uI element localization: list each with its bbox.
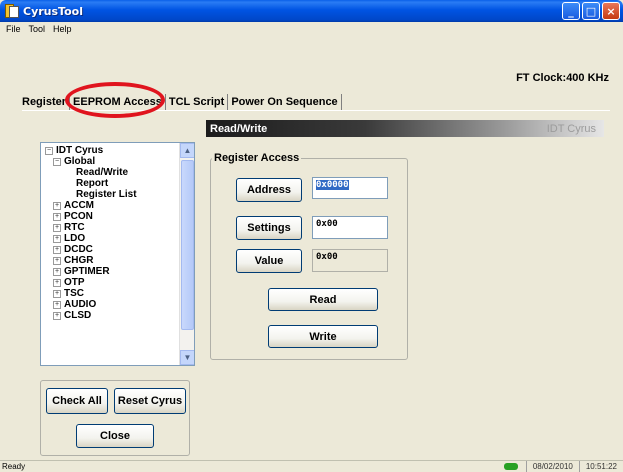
tree-item-label: IDT Cyrus	[56, 145, 104, 156]
tree-item-otp[interactable]: + OTP	[41, 277, 181, 288]
address-field[interactable]: 0x0000	[312, 177, 388, 199]
tree-item-label: ACCM	[64, 200, 94, 211]
tree-item-clsd[interactable]: + CLSD	[41, 310, 181, 321]
tree-item-label: TSC	[64, 288, 84, 299]
tree-item-label: Global	[64, 156, 96, 167]
tree-item-dcdc[interactable]: + DCDC	[41, 244, 181, 255]
scroll-thumb[interactable]	[181, 160, 194, 330]
menu-help[interactable]: Help	[49, 24, 76, 34]
tree-item-label: CHGR	[64, 255, 94, 266]
tree-item-read-write[interactable]: Read/Write	[41, 167, 181, 178]
tree-item-global[interactable]: − Global	[41, 156, 181, 167]
tree-item-chgr[interactable]: + CHGR	[41, 255, 181, 266]
tree-item-rtc[interactable]: + RTC	[41, 222, 181, 233]
expand-icon[interactable]: +	[53, 311, 61, 320]
tree-item-label: PCON	[64, 211, 93, 222]
menu-file[interactable]: File	[2, 24, 25, 34]
tree-item-label: RTC	[64, 222, 85, 233]
address-button[interactable]: Address	[236, 178, 302, 202]
check-all-button[interactable]: Check All	[46, 388, 108, 414]
settings-button[interactable]: Settings	[236, 216, 302, 240]
annotation-circle	[65, 82, 165, 118]
tree-item-ldo[interactable]: + LDO	[41, 233, 181, 244]
minimize-button[interactable]: _	[562, 2, 580, 20]
tree-item-report[interactable]: Report	[41, 178, 181, 189]
panel-header: Read/Write IDT Cyrus	[206, 120, 604, 137]
value-field: 0x00	[312, 249, 388, 272]
register-tree[interactable]: − IDT Cyrus − Global Read/Write Report Registe…	[40, 142, 195, 366]
menu-bar: File Tool Help	[0, 22, 623, 36]
reset-cyrus-button[interactable]: Reset Cyrus	[114, 388, 186, 414]
tree-item-label: Report	[76, 178, 109, 189]
tree-item-idt-cyrus[interactable]: − IDT Cyrus	[41, 145, 181, 156]
expand-icon[interactable]: +	[53, 234, 61, 243]
panel-brand: IDT Cyrus	[546, 122, 596, 135]
collapse-icon[interactable]: −	[53, 157, 61, 166]
close-button[interactable]: Close	[76, 424, 154, 448]
title-bar: CyrusTool _ □ ×	[0, 0, 623, 22]
tree-item-label: CLSD	[64, 310, 92, 321]
write-button[interactable]: Write	[268, 325, 378, 348]
expand-icon[interactable]: +	[53, 223, 61, 232]
clock-label: FT Clock:400 KHz	[516, 72, 609, 84]
tree-item-tsc[interactable]: + TSC	[41, 288, 181, 299]
maximize-button[interactable]: □	[582, 2, 600, 20]
settings-field[interactable]: 0x00	[312, 216, 388, 239]
status-time: 10:51:22	[578, 461, 623, 472]
read-button[interactable]: Read	[268, 288, 378, 311]
status-date: 08/02/2010	[525, 461, 579, 472]
window-title: CyrusTool	[23, 4, 83, 18]
connection-icon	[503, 463, 518, 470]
tab-register[interactable]: Register	[22, 94, 71, 110]
tree-item-audio[interactable]: + AUDIO	[41, 299, 181, 310]
tree-item-label: GPTIMER	[64, 266, 110, 277]
expand-icon[interactable]: +	[53, 245, 61, 254]
expand-icon[interactable]: +	[53, 201, 61, 210]
expand-icon[interactable]: +	[53, 212, 61, 221]
tree-scrollbar[interactable]: ▲ ▼	[179, 143, 194, 365]
tree-item-label: AUDIO	[64, 299, 97, 310]
tree-item-register-list[interactable]: Register List	[41, 189, 181, 200]
expand-icon[interactable]: +	[53, 267, 61, 276]
expand-icon[interactable]: +	[53, 256, 61, 265]
scroll-down-icon[interactable]: ▼	[180, 350, 194, 365]
expand-icon[interactable]: +	[53, 300, 61, 309]
expand-icon[interactable]: +	[53, 278, 61, 287]
tree-item-label: Register List	[76, 189, 137, 200]
status-bar: Ready 08/02/2010 10:51:22	[0, 460, 623, 472]
panel-title: Read/Write	[210, 122, 268, 135]
value-button[interactable]: Value	[236, 249, 302, 273]
tree-item-pcon[interactable]: + PCON	[41, 211, 181, 222]
tree-item-label: OTP	[64, 277, 85, 288]
menu-tool[interactable]: Tool	[25, 24, 50, 34]
close-window-button[interactable]: ×	[602, 2, 620, 20]
collapse-icon[interactable]: −	[45, 146, 53, 155]
tree-item-gptimer[interactable]: + GPTIMER	[41, 266, 181, 277]
tree-item-label: DCDC	[64, 244, 93, 255]
tree-item-label: Read/Write	[76, 167, 129, 178]
register-access-legend: Register Access	[212, 152, 302, 164]
status-text: Ready	[2, 462, 26, 471]
tab-power-on-sequence[interactable]: Power On Sequence	[228, 94, 342, 110]
expand-icon[interactable]: +	[53, 289, 61, 298]
address-value: 0x0000	[316, 180, 349, 190]
scroll-up-icon[interactable]: ▲	[180, 143, 194, 158]
tab-tcl-script[interactable]: TCL Script	[166, 94, 229, 110]
tree-item-label: LDO	[64, 233, 86, 244]
app-icon	[5, 4, 19, 18]
tree-item-accm[interactable]: + ACCM	[41, 200, 181, 211]
